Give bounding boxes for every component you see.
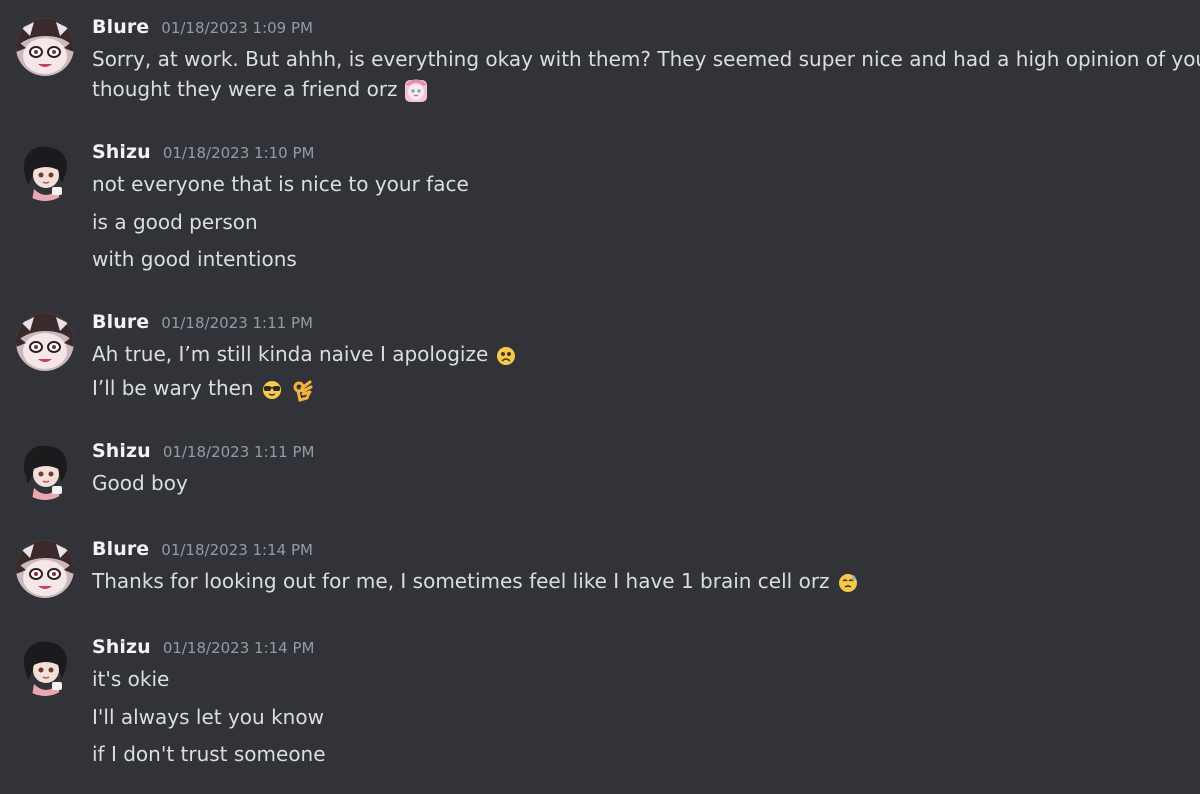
timestamp: 01/18/2023 1:11 PM — [162, 443, 315, 461]
pleading-emoji[interactable] — [494, 344, 518, 368]
message-text: if I don't trust someone — [92, 742, 326, 766]
message-header: Shizu 01/18/2023 1:10 PM — [92, 141, 314, 171]
blure-avatar[interactable] — [16, 540, 74, 598]
message-text: is a good person — [92, 209, 258, 234]
message-text: with good intentions — [92, 247, 297, 271]
ok-hand-emoji[interactable] — [290, 378, 314, 402]
message-line: Thanks for looking out for me, I sometim… — [92, 566, 1194, 596]
message-text: not everyone that is nice to your face — [92, 172, 469, 196]
message-header: Shizu 01/18/2023 1:11 PM — [92, 440, 314, 470]
message-text: Thanks for looking out for me, I sometim… — [92, 569, 830, 593]
timestamp: 01/18/2023 1:10 PM — [162, 144, 315, 162]
message-line: I'll always let you know — [92, 702, 1194, 732]
message-line: I’ll be wary then — [92, 373, 1194, 403]
sweat-emoji[interactable] — [836, 571, 860, 595]
message-text: Sorry, at work. But ahhh, is everything … — [92, 47, 1200, 71]
message-line: with good intentions — [92, 244, 1194, 274]
message-line: Good boy — [92, 468, 1194, 498]
message-line: is a good person — [92, 207, 1194, 237]
blush-sticker-emoji[interactable] — [404, 79, 428, 103]
shizu-avatar[interactable] — [16, 638, 74, 696]
timestamp: 01/18/2023 1:11 PM — [161, 314, 313, 332]
username[interactable]: Shizu — [92, 636, 151, 658]
message-line: Sorry, at work. But ahhh, is everything … — [92, 44, 1200, 74]
username[interactable]: Blure — [92, 538, 149, 560]
message-text: I’ll be wary then — [92, 376, 254, 400]
message-text: thought they were a friend orz — [92, 77, 398, 101]
message-header: Blure 01/18/2023 1:11 PM — [92, 311, 313, 341]
blure-avatar[interactable] — [16, 313, 74, 371]
message-line: thought they were a friend orz — [92, 74, 1194, 104]
timestamp: 01/18/2023 1:09 PM — [161, 19, 313, 37]
shizu-avatar[interactable] — [16, 442, 74, 500]
username[interactable]: Shizu — [92, 141, 151, 163]
message-text: it's okie — [92, 667, 170, 691]
timestamp: 01/18/2023 1:14 PM — [161, 541, 313, 559]
message-text: Good boy — [92, 471, 188, 495]
username[interactable]: Blure — [92, 311, 149, 333]
message-line: it's okie — [92, 664, 1194, 694]
username[interactable]: Shizu — [92, 440, 151, 462]
timestamp: 01/18/2023 1:14 PM — [162, 639, 315, 657]
sunglasses-emoji[interactable] — [260, 378, 284, 402]
message-line: Ah true, I’m still kinda naive I apologi… — [92, 339, 1194, 369]
message-header: Shizu 01/18/2023 1:14 PM — [92, 636, 314, 666]
message-header: Blure 01/18/2023 1:14 PM — [92, 538, 313, 568]
message-text: I'll always let you know — [92, 704, 324, 729]
blure-avatar[interactable] — [16, 18, 74, 76]
message-header: Blure 01/18/2023 1:09 PM — [92, 16, 313, 46]
message-line: if I don't trust someone — [92, 739, 1194, 769]
shizu-avatar[interactable] — [16, 143, 74, 201]
message-text: Ah true, I’m still kinda naive I apologi… — [92, 342, 489, 366]
message-line: not everyone that is nice to your face — [92, 169, 1194, 199]
username[interactable]: Blure — [92, 16, 149, 38]
